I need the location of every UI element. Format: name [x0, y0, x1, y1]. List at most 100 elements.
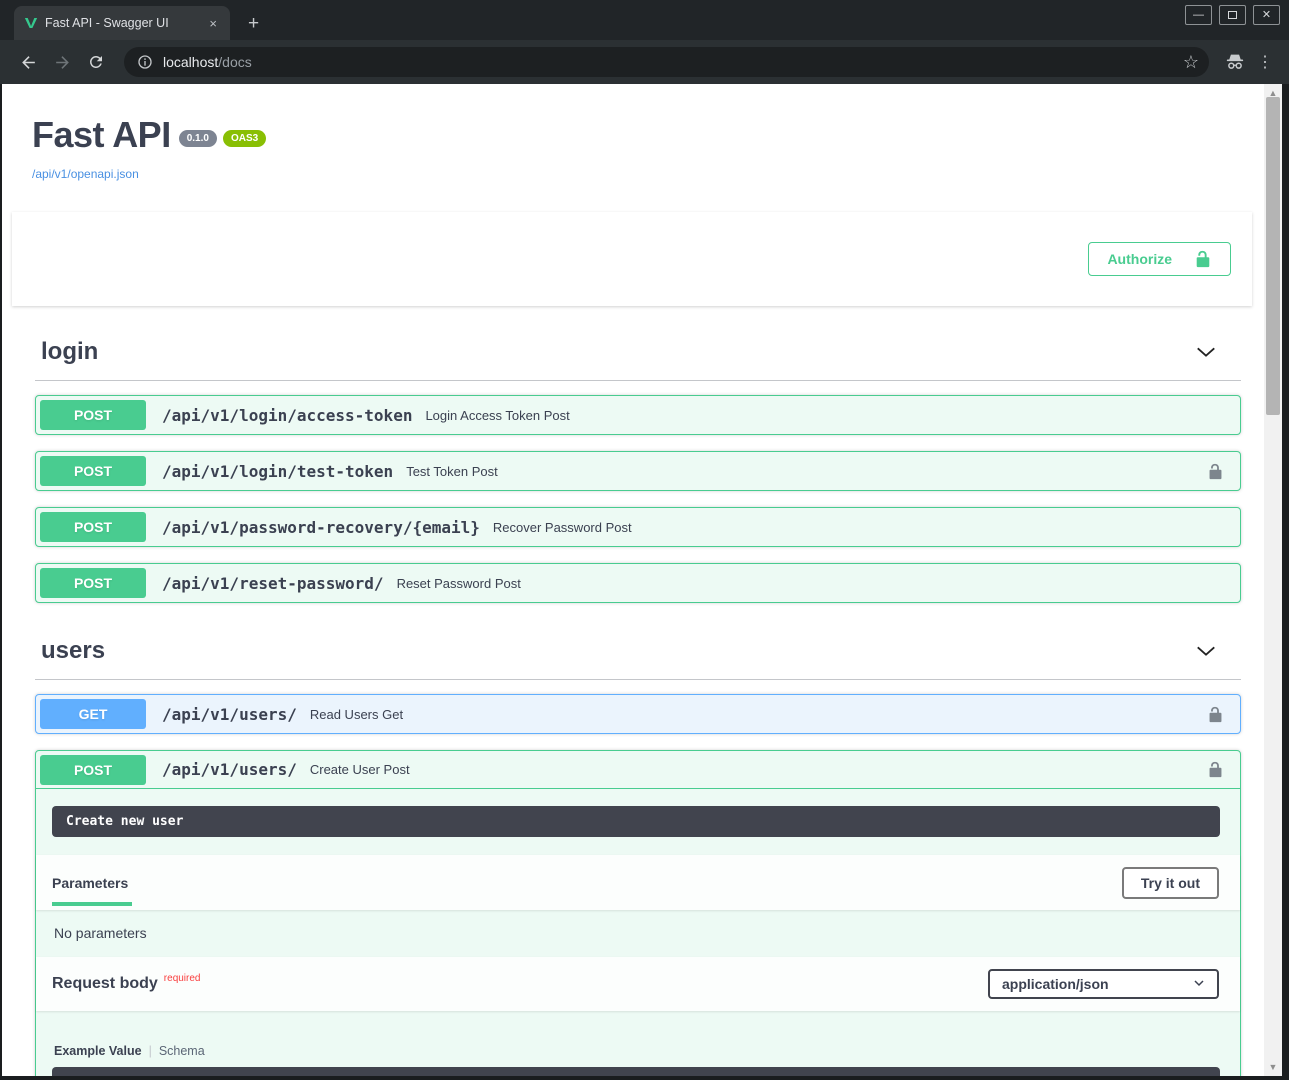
- method-badge: POST: [40, 400, 146, 430]
- request-body-header: Request bodyrequired application/json: [36, 957, 1240, 1011]
- close-button[interactable]: ✕: [1253, 5, 1280, 25]
- swagger-favicon-icon: V: [25, 16, 38, 31]
- reload-icon: [87, 53, 105, 71]
- browser-toolbar: localhost/docs ☆ ⋮: [0, 40, 1289, 84]
- op-summary-text: Login Access Token Post: [425, 408, 569, 423]
- browser-menu-button[interactable]: ⋮: [1255, 52, 1275, 72]
- title-badges: 0.1.0 OAS3: [179, 130, 266, 147]
- version-badge: 0.1.0: [179, 130, 217, 147]
- tab-close-icon[interactable]: ×: [204, 14, 222, 33]
- op-summary[interactable]: POST /api/v1/users/ Create User Post: [36, 751, 1240, 789]
- tab-example-value[interactable]: Example Value: [54, 1044, 142, 1058]
- opblock-password-recovery[interactable]: POST /api/v1/password-recovery/{email} R…: [35, 507, 1241, 547]
- auth-lock-button[interactable]: [1207, 463, 1230, 480]
- scheme-container: Authorize: [12, 212, 1252, 306]
- request-body-title: Request bodyrequired: [52, 975, 201, 993]
- tag-header-users[interactable]: users: [35, 619, 1241, 680]
- chevron-down-icon: [1193, 976, 1205, 992]
- opblock-login-test-token[interactable]: POST /api/v1/login/test-token Test Token…: [35, 451, 1241, 491]
- op-summary[interactable]: POST /api/v1/login/access-token Login Ac…: [36, 396, 1240, 434]
- op-path: /api/v1/login/access-token: [162, 406, 412, 425]
- back-arrow-icon: [19, 53, 38, 72]
- incognito-button[interactable]: [1221, 48, 1249, 76]
- opblock-reset-password[interactable]: POST /api/v1/reset-password/ Reset Passw…: [35, 563, 1241, 603]
- op-path: /api/v1/users/: [162, 705, 297, 724]
- op-summary-text: Recover Password Post: [493, 520, 632, 535]
- forward-arrow-icon: [53, 53, 72, 72]
- op-summary[interactable]: POST /api/v1/password-recovery/{email} R…: [36, 508, 1240, 546]
- new-tab-button[interactable]: +: [248, 14, 259, 33]
- auth-lock-button[interactable]: [1207, 706, 1230, 723]
- scrollbar-down-arrow[interactable]: ▼: [1264, 1060, 1282, 1074]
- tag-header-login[interactable]: login: [35, 320, 1241, 381]
- op-path: /api/v1/login/test-token: [162, 462, 393, 481]
- minimize-button[interactable]: —: [1185, 5, 1212, 25]
- op-summary[interactable]: GET /api/v1/users/ Read Users Get: [36, 695, 1240, 733]
- no-parameters-text: No parameters: [36, 910, 1240, 957]
- chevron-down-icon[interactable]: [1195, 640, 1217, 662]
- opblock-login-access-token[interactable]: POST /api/v1/login/access-token Login Ac…: [35, 395, 1241, 435]
- browser-body: Fast API 0.1.0 OAS3 /api/v1/openapi.json A…: [0, 84, 1289, 1076]
- op-path: /api/v1/users/: [162, 760, 297, 779]
- window-controls: — ✕: [1185, 5, 1280, 25]
- page-title: Fast API: [32, 114, 171, 155]
- op-summary[interactable]: POST /api/v1/login/test-token Test Token…: [36, 452, 1240, 490]
- reload-button[interactable]: [82, 48, 110, 76]
- authorize-label: Authorize: [1107, 251, 1172, 267]
- op-summary[interactable]: POST /api/v1/reset-password/ Reset Passw…: [36, 564, 1240, 602]
- tab-title: Fast API - Swagger UI: [45, 16, 195, 30]
- op-summary-text: Create User Post: [310, 762, 410, 777]
- tag-name: users: [41, 637, 105, 665]
- incognito-icon: [1225, 53, 1245, 71]
- example-code-block[interactable]: {: [52, 1067, 1220, 1076]
- tab-strip: V Fast API - Swagger UI × + — ✕: [0, 0, 1289, 40]
- tag-name: login: [41, 338, 98, 366]
- op-summary-text: Reset Password Post: [397, 576, 521, 591]
- url-host: localhost: [163, 54, 218, 70]
- tab-parameters[interactable]: Parameters: [52, 860, 132, 906]
- required-flag: required: [164, 973, 201, 984]
- unlocked-padlock-icon: [1207, 463, 1224, 480]
- op-body: Create new user Parameters Try it out No…: [36, 806, 1240, 1076]
- tab-schema[interactable]: Schema: [159, 1044, 205, 1058]
- authorize-button[interactable]: Authorize: [1088, 242, 1231, 276]
- api-info: Fast API 0.1.0 OAS3 /api/v1/openapi.json: [2, 84, 1264, 181]
- unlocked-padlock-icon: [1207, 761, 1224, 778]
- op-path: /api/v1/password-recovery/{email}: [162, 518, 480, 537]
- openapi-spec-link[interactable]: /api/v1/openapi.json: [32, 167, 1264, 181]
- unlocked-padlock-icon: [1194, 250, 1212, 268]
- browser-tab[interactable]: V Fast API - Swagger UI ×: [14, 6, 230, 40]
- content-type-value: application/json: [1002, 976, 1109, 992]
- auth-lock-button[interactable]: [1207, 761, 1230, 778]
- opblock-read-users[interactable]: GET /api/v1/users/ Read Users Get: [35, 694, 1241, 734]
- window-bottom-edge: [0, 1076, 1289, 1080]
- scrollbar-thumb[interactable]: [1266, 97, 1280, 415]
- opblock-create-user[interactable]: POST /api/v1/users/ Create User Post Cre…: [35, 750, 1241, 1076]
- page-viewport: Fast API 0.1.0 OAS3 /api/v1/openapi.json A…: [2, 84, 1264, 1076]
- op-summary-text: Test Token Post: [406, 464, 498, 479]
- url-path: /docs: [218, 54, 251, 70]
- operations-wrapper: login POST /api/v1/login/access-token Lo…: [2, 306, 1264, 1076]
- try-it-out-button[interactable]: Try it out: [1122, 867, 1219, 899]
- method-badge: POST: [40, 512, 146, 542]
- maximize-icon: [1228, 11, 1237, 19]
- chevron-down-icon[interactable]: [1195, 341, 1217, 363]
- address-bar[interactable]: localhost/docs ☆: [124, 47, 1209, 77]
- page-info-icon[interactable]: [137, 54, 153, 70]
- unlocked-padlock-icon: [1207, 706, 1224, 723]
- model-example-tabs: Example Value | Schema: [36, 1011, 1240, 1067]
- bookmark-star-icon[interactable]: ☆: [1183, 53, 1199, 71]
- forward-button[interactable]: [48, 48, 76, 76]
- method-badge: POST: [40, 568, 146, 598]
- oas3-badge: OAS3: [223, 130, 266, 147]
- back-button[interactable]: [14, 48, 42, 76]
- maximize-button[interactable]: [1219, 5, 1246, 25]
- method-badge: GET: [40, 699, 146, 729]
- window-right-edge: [1282, 84, 1289, 1076]
- content-type-select[interactable]: application/json: [988, 969, 1219, 999]
- parameters-header: Parameters Try it out: [36, 855, 1240, 910]
- browser-window: V Fast API - Swagger UI × + — ✕ localhos…: [0, 0, 1289, 1080]
- tab-separator: |: [149, 1044, 152, 1058]
- url-text: localhost/docs: [163, 54, 252, 70]
- page-scrollbar[interactable]: ▲ ▼: [1264, 84, 1282, 1076]
